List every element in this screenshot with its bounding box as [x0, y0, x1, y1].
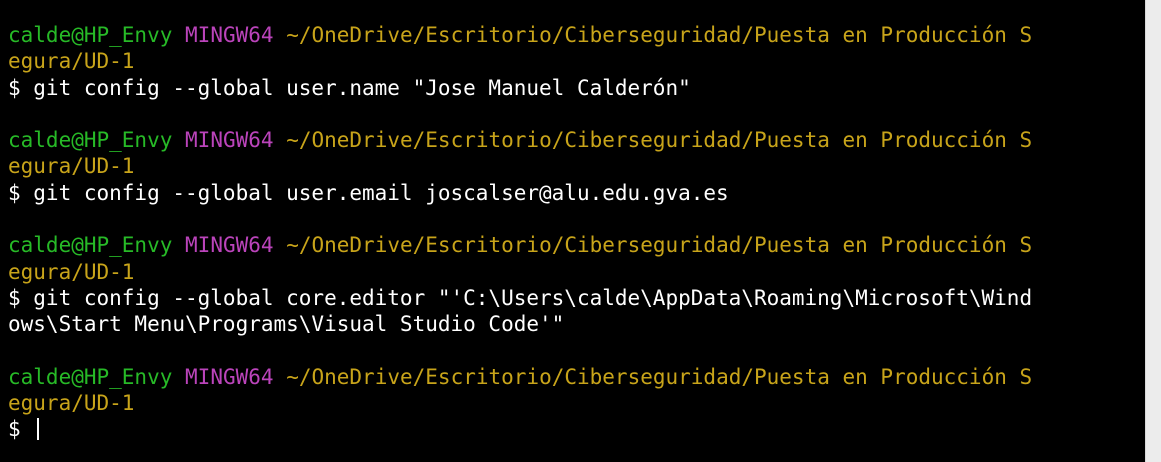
prompt-line: calde@HP_Envy MINGW64 ~/OneDrive/Escrito…: [8, 22, 1145, 48]
vertical-scrollbar[interactable]: [1145, 0, 1161, 462]
prompt-host: MINGW64: [185, 233, 274, 258]
command-line: $ git config --global user.name "Jose Ma…: [8, 75, 691, 100]
prompt-path-continuation: egura/UD-1: [8, 391, 135, 416]
active-command-text: $: [8, 417, 34, 442]
prompt-path: ~/OneDrive/Escritorio/Ciberseguridad/Pue…: [286, 364, 1033, 389]
prompt-user: calde@HP_Envy: [8, 233, 173, 258]
prompt-host: MINGW64: [185, 128, 274, 153]
active-command-line[interactable]: $: [8, 416, 1145, 442]
prompt-line: calde@HP_Envy MINGW64 ~/OneDrive/Escrito…: [8, 127, 1145, 153]
prompt-user: calde@HP_Envy: [8, 364, 173, 389]
prompt-path-continuation: egura/UD-1: [8, 49, 135, 74]
prompt-line: calde@HP_Envy MINGW64 ~/OneDrive/Escrito…: [8, 364, 1145, 390]
prompt-line: calde@HP_Envy MINGW64 ~/OneDrive/Escrito…: [8, 232, 1145, 258]
prompt-path-continuation: egura/UD-1: [8, 154, 135, 179]
prompt-user: calde@HP_Envy: [8, 23, 173, 47]
prompt-path: ~/OneDrive/Escritorio/Ciberseguridad/Pue…: [286, 128, 1033, 153]
prompt-path: ~/OneDrive/Escritorio/Ciberseguridad/Pue…: [286, 23, 1033, 47]
prompt-host: MINGW64: [185, 364, 274, 389]
prompt-path-continuation: egura/UD-1: [8, 259, 135, 284]
command-line: $ git config --global core.editor "'C:\U…: [8, 285, 1033, 310]
prompt-user: calde@HP_Envy: [8, 128, 173, 153]
command-line: $ git config --global user.email joscals…: [8, 180, 729, 205]
text-cursor: [37, 418, 40, 441]
prompt-host: MINGW64: [185, 23, 274, 47]
prompt-path: ~/OneDrive/Escritorio/Ciberseguridad/Pue…: [286, 233, 1033, 258]
command-line-continuation: ows\Start Menu\Programs\Visual Studio Co…: [8, 312, 565, 337]
terminal-window[interactable]: calde@HP_Envy MINGW64 ~/OneDrive/Escrito…: [0, 0, 1145, 462]
